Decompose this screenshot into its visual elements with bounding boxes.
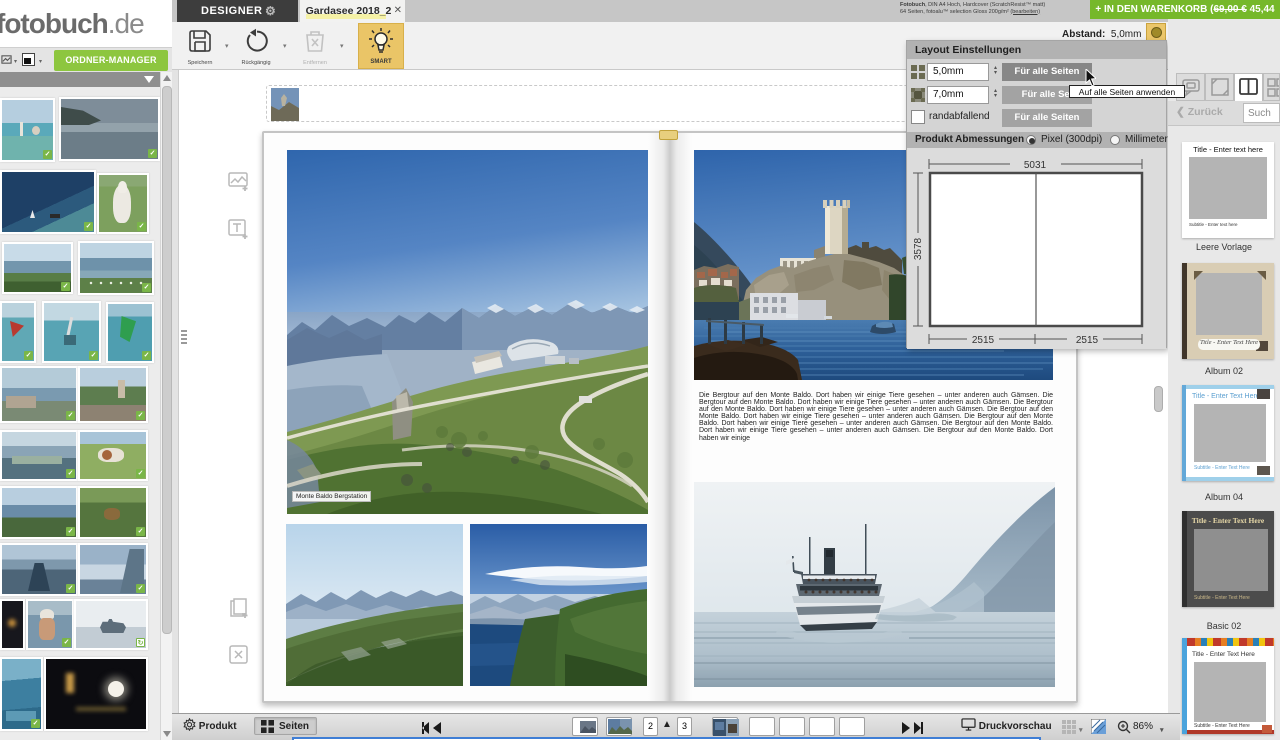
svg-text:2515: 2515 bbox=[972, 335, 995, 346]
svg-text:3578: 3578 bbox=[913, 237, 924, 260]
svg-text:2515: 2515 bbox=[1076, 335, 1099, 346]
svg-text:5031: 5031 bbox=[1024, 160, 1047, 171]
